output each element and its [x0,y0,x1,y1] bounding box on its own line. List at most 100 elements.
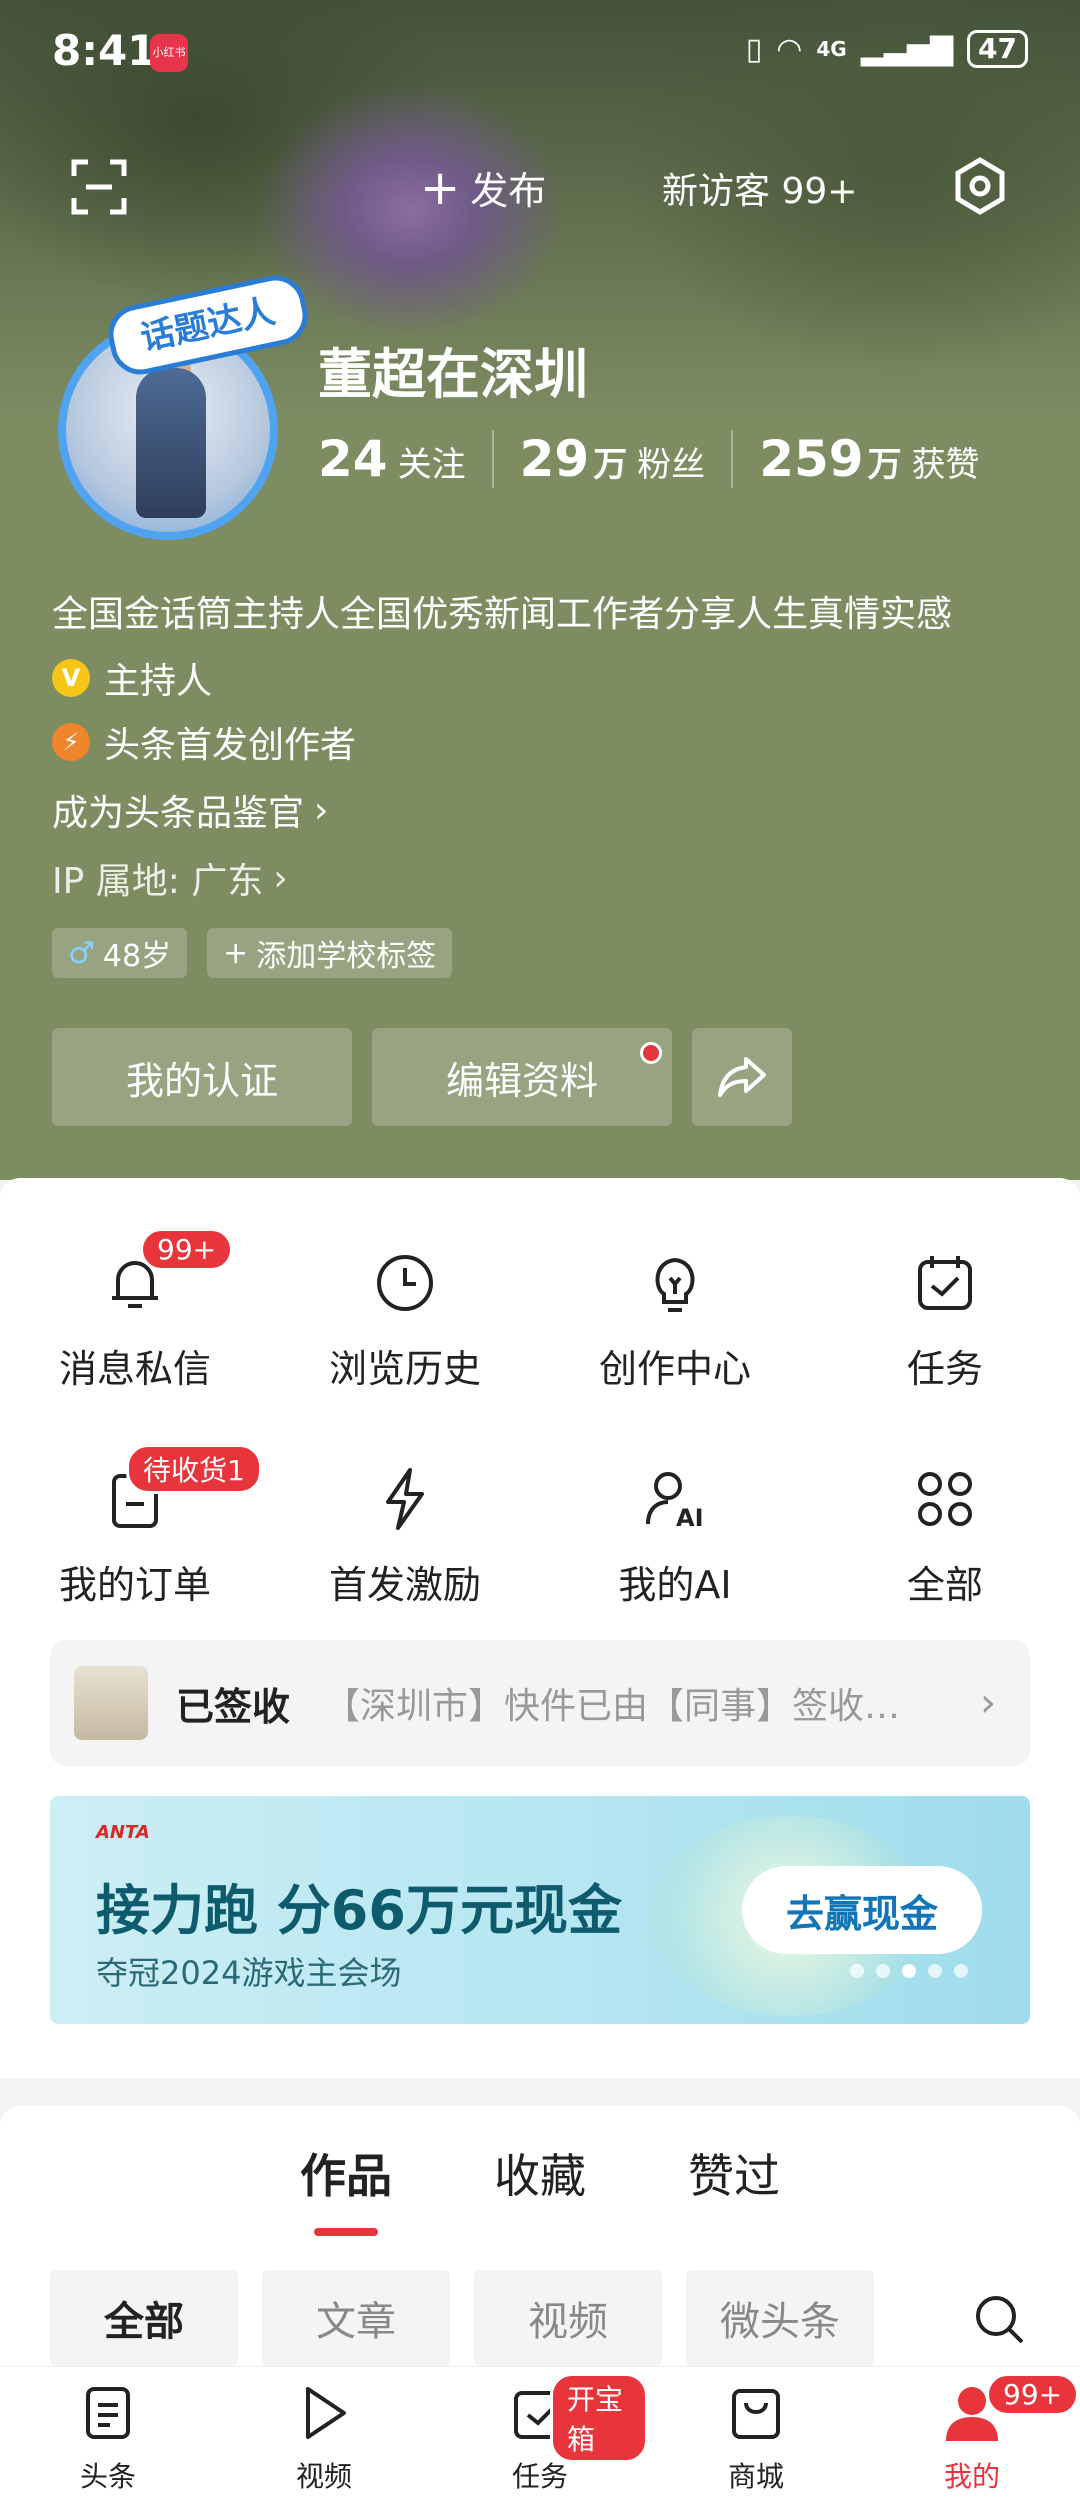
age-chip[interactable]: ♂ 48岁 [52,928,188,978]
profile-stats: 24 关注 29 万 粉丝 259 万 获赞 [318,430,1032,488]
grid-item-tasks[interactable]: 任务 [810,1228,1080,1444]
carousel-dot [850,1964,864,1978]
stat-following[interactable]: 24 关注 [318,430,494,488]
plus-icon: + [223,935,249,971]
news-icon [86,2387,130,2439]
svg-text:AI: AI [676,1504,704,1532]
grid-item-label: 任务 [906,1347,983,1391]
tabbar-label: 商城 [727,2460,784,2493]
vibrate-icon: ▯ [745,31,763,67]
delivery-status-card[interactable]: 已签收 【深圳市】快件已由【同事】签收… › [50,1640,1030,1766]
grid-item-label: 创作中心 [598,1347,751,1391]
stat-likes-label: 获赞 [911,445,980,485]
me-unread-badge: 99+ [986,2373,1080,2416]
edit-profile-label: 编辑资料 [445,1058,598,1103]
share-icon [718,1057,766,1097]
grid-item-first-publish[interactable]: 首发激励 [270,1444,540,1660]
delivery-detail: 【深圳市】快件已由【同事】签收… [324,1686,901,1727]
stat-likes[interactable]: 259 万 获赞 [759,430,1005,488]
scan-icon[interactable] [70,158,128,216]
new-visitors-button[interactable]: 新访客 99+ [662,162,857,214]
calendar-check-icon [918,1256,972,1310]
network-label: 4G [816,37,847,61]
clock-icon [377,1255,433,1311]
creator-bolt-icon: ⚡ [52,723,90,761]
share-button[interactable] [692,1028,792,1126]
banner-subtitle: 夺冠2024游戏主会场 [96,1954,402,1992]
tab-favorites[interactable]: 收藏 [494,2140,586,2226]
profile-chips: ♂ 48岁 + 添加学校标签 [52,928,453,978]
treasure-box-badge: 开宝箱 [550,2373,648,2463]
grid-item-history[interactable]: 浏览历史 [270,1228,540,1444]
shop-icon [732,2389,780,2439]
publish-button[interactable]: + 发布 [420,160,546,215]
verified-tag: V 主持人 [52,652,212,704]
chevron-right-icon: › [980,1680,996,1726]
stat-followers[interactable]: 29 万 粉丝 [520,430,734,488]
tabbar-tasks[interactable]: 任务 开宝箱 [432,2367,648,2504]
tabbar-video[interactable]: 视频 [216,2367,432,2504]
grid-item-messages[interactable]: 消息私信 99+ [0,1228,270,1444]
grid-item-my-ai[interactable]: AI 我的AI [540,1444,810,1660]
tab-works[interactable]: 作品 [300,2140,392,2236]
stat-followers-unit: 万 [593,445,628,485]
content-tabs: 作品 收藏 赞过 [0,2140,1080,2236]
status-bar: 8:41 小红书 ▯ ◠ 4G ▂▃▅▇ 47 [0,0,1080,100]
my-verification-button[interactable]: 我的认证 [52,1028,352,1126]
carousel-dot [954,1964,968,1978]
filter-articles[interactable]: 文章 [262,2270,450,2366]
gender-icon: ♂ [68,935,95,971]
tabbar-shop[interactable]: 商城 [648,2367,864,2504]
settings-icon[interactable] [950,156,1010,216]
avatar-body [136,368,206,518]
tabbar-home[interactable]: 头条 [0,2367,216,2504]
creator-tag-label: 头条首发创作者 [104,725,357,766]
edit-profile-button[interactable]: 编辑资料 [372,1028,672,1126]
ip-location[interactable]: IP 属地: 广东 › [52,852,288,904]
grid-item-label: 我的AI [618,1563,732,1607]
grid-item-label: 全部 [906,1563,983,1607]
filter-videos[interactable]: 视频 [474,2270,662,2366]
product-thumbnail [74,1666,148,1740]
search-icon[interactable] [970,2290,1028,2348]
plus-icon: + [420,159,461,216]
grid-item-all[interactable]: 全部 [810,1444,1080,1660]
stat-following-label: 关注 [397,445,466,485]
bottom-tab-bar: 头条 视频 任务 开宝箱 商城 我的 99+ [0,2366,1080,2504]
battery-icon: 47 [967,30,1028,68]
promo-banner[interactable]: ANTA 接力跑 分66万元现金 夺冠2024游戏主会场 去赢现金 [50,1796,1030,2024]
appraiser-link[interactable]: 成为头条品鉴官 › [52,784,328,836]
signal-icon: ▂▃▅▇ [860,31,954,67]
profile-hero: 8:41 小红书 ▯ ◠ 4G ▂▃▅▇ 47 + 发布 新访客 99+ 话题达… [0,0,1080,1180]
delivery-status: 已签收 [176,1684,291,1729]
content-filters: 全部 文章 视频 微头条 [50,2270,874,2366]
tabbar-me[interactable]: 我的 99+ [864,2367,1080,2504]
carousel-dots [850,1964,968,1978]
tabbar-label: 头条 [79,2460,136,2493]
carousel-dot [928,1964,942,1978]
grid-item-orders[interactable]: 我的订单 待收货1 [0,1444,270,1660]
ip-location-label: IP 属地: 广东 [52,861,264,902]
verified-v-icon: V [52,659,90,697]
profile-name: 董超在深圳 [318,343,588,406]
top-toolbar: + 发布 新访客 99+ [0,140,1080,230]
notification-dot [640,1042,662,1064]
filter-micro-posts[interactable]: 微头条 [686,2270,874,2366]
grid-item-label: 浏览历史 [328,1347,481,1391]
grid-item-creator-center[interactable]: 创作中心 [540,1228,810,1444]
win-cash-button[interactable]: 去赢现金 [742,1866,982,1954]
app-notification-icon: 小红书 [150,34,188,72]
bulb-icon [655,1257,695,1312]
creator-tag: ⚡ 头条首发创作者 [52,716,356,768]
avatar[interactable]: 话题达人 [48,269,314,540]
grid-item-label: 消息私信 [58,1347,211,1391]
grid-icon [918,1472,972,1526]
stat-following-num: 24 [318,430,388,488]
add-school-chip[interactable]: + 添加学校标签 [207,928,453,978]
add-school-label: 添加学校标签 [256,939,437,974]
filter-all[interactable]: 全部 [50,2270,238,2366]
tab-liked[interactable]: 赞过 [688,2140,780,2226]
unread-badge: 99+ [140,1228,234,1271]
banner-title: 接力跑 分66万元现金 [96,1879,622,1942]
ai-person-icon: AI [646,1472,704,1532]
